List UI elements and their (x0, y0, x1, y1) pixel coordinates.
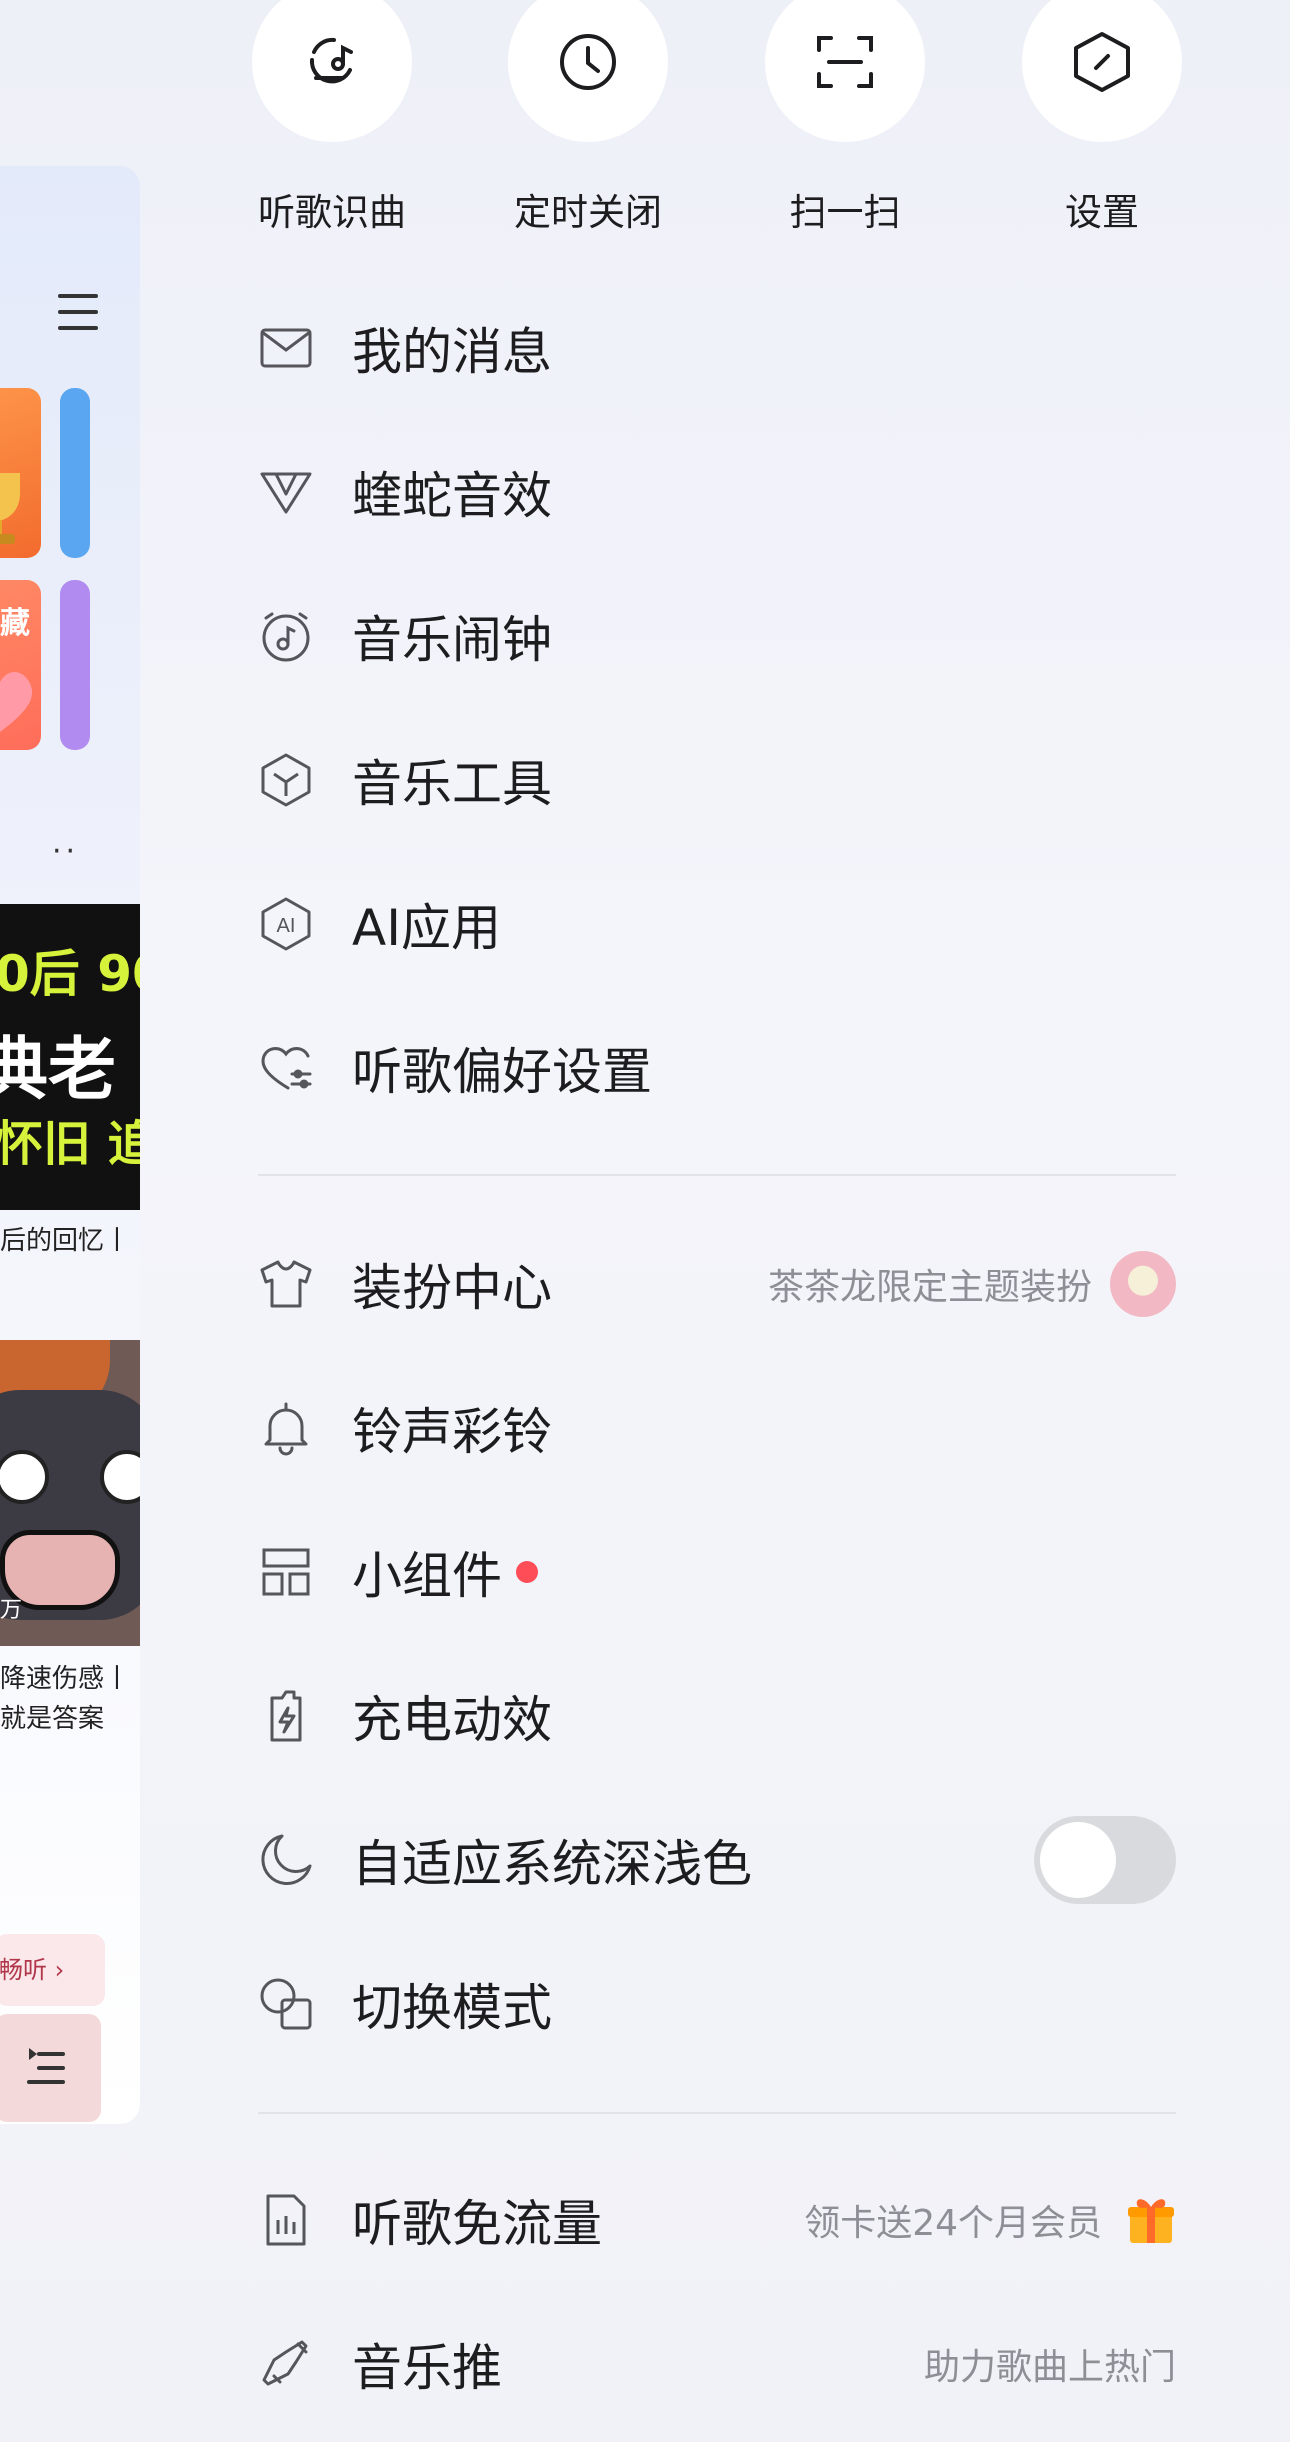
toggle-knob (1040, 1822, 1116, 1898)
quick-action-settings[interactable]: 设置 (1022, 0, 1182, 236)
clock-icon (508, 0, 668, 142)
menu-item-ai-apps[interactable]: AI AI应用 (258, 874, 1176, 974)
menu-item-label: 切换模式 (352, 1979, 552, 2037)
shirt-icon (258, 1256, 314, 1312)
more-dots-icon[interactable]: ·· (52, 834, 79, 869)
charge-icon (258, 1688, 314, 1744)
menu-item-label: 蝰蛇音效 (352, 467, 552, 525)
bell-icon (258, 1400, 314, 1456)
menu-item-viper-sound[interactable]: 蝰蛇音效 (258, 442, 1176, 542)
chart-tile[interactable]: 行榜 (0, 388, 41, 558)
switch-mode-icon (258, 1976, 314, 2032)
menu-item-label: 自适应系统深浅色 (352, 1835, 752, 1893)
menu-item-charging-effect[interactable]: 充电动效 (258, 1666, 1176, 1766)
heart-settings-icon (258, 1040, 314, 1096)
banner-text: 0后 90 (0, 945, 140, 1003)
widget-icon (258, 1544, 314, 1600)
menu-item-messages[interactable]: 我的消息 (258, 298, 1176, 398)
menu-item-music-alarm[interactable]: 音乐闹钟 (258, 586, 1176, 686)
music-promote-hint[interactable]: 助力歌曲上热门 (924, 2338, 1176, 2390)
music-recognize-icon (252, 0, 412, 142)
trophy-icon (0, 473, 20, 544)
menu-item-label: 音乐推 (352, 2339, 502, 2397)
gift-icon (1128, 2199, 1174, 2243)
banner-image[interactable]: 0后 90 典老 怀旧 追 (0, 904, 140, 1210)
svg-text:AI: AI (277, 915, 296, 937)
cube-icon (258, 752, 314, 808)
divider (258, 2112, 1176, 2114)
menu-item-music-promote[interactable]: 音乐推 助力歌曲上热门 (258, 2314, 1176, 2414)
settings-hexagon-icon (1022, 0, 1182, 142)
menu-item-ringtones[interactable]: 铃声彩铃 (258, 1378, 1176, 1478)
play-count: 万 (0, 1598, 23, 1623)
menu-item-listening-preferences[interactable]: 听歌偏好设置 (258, 1018, 1176, 1118)
quick-action-recognize[interactable]: 听歌识曲 (252, 0, 412, 236)
menu-item-widgets[interactable]: 小组件 (258, 1522, 1176, 1622)
menu-item-label: 装扮中心 (352, 1259, 552, 1317)
data-free-promo[interactable]: 领卡送24个月会员 (804, 2194, 1176, 2246)
megaphone-icon (258, 2336, 314, 2392)
menu-item-data-free[interactable]: 听歌免流量 领卡送24个月会员 (258, 2170, 1176, 2270)
playlist-button[interactable] (0, 2014, 101, 2122)
mail-icon (258, 320, 314, 376)
purple-tile[interactable] (60, 580, 90, 750)
menu-item-dress-up-center[interactable]: 装扮中心 茶茶龙限定主题装扮 (258, 1234, 1176, 1334)
music-promote-text: 助力歌曲上热门 (923, 2347, 1176, 2388)
quick-action-label: 听歌识曲 (258, 191, 406, 234)
viper-icon (258, 464, 314, 520)
moon-icon (258, 1832, 314, 1888)
background-app-card[interactable]: 行榜 方收藏 ·· 0后 90 典老 怀旧 追 后的回忆丨 万 降速伤感丨 就是… (0, 166, 140, 2124)
menu-item-label: 我的消息 (352, 323, 552, 381)
menu-item-label: AI应用 (352, 899, 501, 957)
tile-label: 方收藏 (0, 606, 30, 641)
dress-up-promo[interactable]: 茶茶龙限定主题装扮 (768, 1251, 1176, 1317)
menu-item-label: 听歌免流量 (352, 2195, 602, 2253)
queue-icon (27, 2048, 65, 2084)
menu-item-music-tools[interactable]: 音乐工具 (258, 730, 1176, 830)
playlist-caption: 降速伤感丨 (0, 1664, 131, 1694)
quick-action-label: 定时关闭 (514, 191, 662, 234)
listen-pill[interactable]: 畅听 › (0, 1934, 105, 2006)
ai-icon: AI (258, 896, 314, 952)
new-badge-dot (516, 1561, 538, 1583)
menu-item-label: 音乐工具 (352, 755, 552, 813)
dress-up-promo-text: 茶茶龙限定主题装扮 (767, 1267, 1092, 1308)
data-free-promo-text: 领卡送24个月会员 (804, 2203, 1102, 2244)
banner-text: 典老 (0, 1031, 117, 1110)
divider (258, 1174, 1176, 1176)
data-free-icon (258, 2192, 314, 2248)
menu-item-label: 铃声彩铃 (352, 1403, 552, 1461)
menu-item-adaptive-dark-mode: 自适应系统深浅色 (258, 1810, 1176, 1910)
heart-icon (0, 672, 32, 732)
blue-tile[interactable] (60, 388, 90, 558)
cartoon-cover[interactable]: 万 (0, 1340, 140, 1646)
quick-action-scan[interactable]: 扫一扫 (765, 0, 925, 236)
menu-item-label: 音乐闹钟 (352, 611, 552, 669)
menu-item-label: 小组件 (352, 1547, 502, 1605)
menu-item-label: 听歌偏好设置 (352, 1043, 652, 1101)
playlist-caption: 后的回忆丨 (0, 1226, 131, 1256)
theme-avatar-icon (1110, 1251, 1176, 1317)
menu-item-label: 充电动效 (352, 1691, 552, 1749)
playlist-caption: 就是答案 (0, 1704, 105, 1734)
hamburger-icon (58, 294, 98, 330)
menu-item-switch-mode[interactable]: 切换模式 (258, 1954, 1176, 2054)
scan-icon (765, 0, 925, 142)
dark-mode-toggle[interactable] (1034, 1816, 1176, 1904)
banner-text: 怀旧 追 (0, 1116, 140, 1172)
favorites-tile[interactable]: 方收藏 (0, 580, 41, 750)
quick-action-timer[interactable]: 定时关闭 (508, 0, 668, 236)
quick-action-label: 设置 (1065, 191, 1139, 234)
alarm-icon (258, 608, 314, 664)
quick-action-label: 扫一扫 (789, 191, 901, 234)
